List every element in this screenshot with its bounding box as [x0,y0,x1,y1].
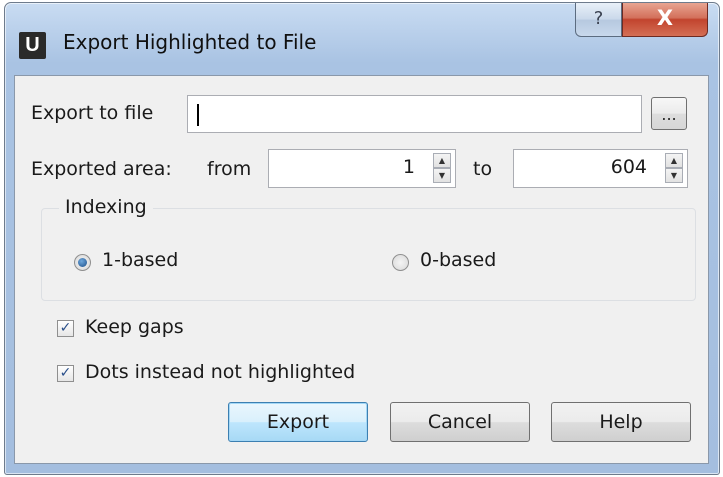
keep-gaps-label[interactable]: Keep gaps [85,316,184,338]
cancel-button[interactable]: Cancel [390,402,530,442]
title-bar[interactable]: U Export Highlighted to File ? X [5,3,719,75]
from-spinbox[interactable]: 1 ▲ ▼ [268,149,456,188]
from-spin-arrows: ▲ ▼ [433,153,451,184]
from-increment-button[interactable]: ▲ [433,153,451,168]
dots-label[interactable]: Dots instead not highlighted [85,361,355,383]
to-increment-button[interactable]: ▲ [665,153,683,168]
text-caret [197,104,199,126]
radio-1-based[interactable] [74,254,91,271]
from-decrement-button[interactable]: ▼ [433,168,451,183]
help-button[interactable]: Help [551,402,691,442]
export-to-file-label: Export to file [31,102,154,124]
title-help-button[interactable]: ? [575,3,622,37]
to-decrement-button[interactable]: ▼ [665,168,683,183]
export-dialog-window: U Export Highlighted to File ? X Export … [4,2,720,475]
from-label: from [207,158,252,180]
to-value: 604 [610,156,647,178]
to-spinbox[interactable]: 604 ▲ ▼ [513,149,688,188]
keep-gaps-checkbox[interactable]: ✓ [57,320,74,337]
browse-button[interactable]: ... [651,97,687,130]
exported-area-label: Exported area: [31,158,172,180]
radio-1-based-label[interactable]: 1-based [102,249,178,271]
radio-0-based-label[interactable]: 0-based [420,249,496,271]
radio-0-based[interactable] [392,254,409,271]
to-spin-arrows: ▲ ▼ [665,153,683,184]
to-label: to [473,158,493,180]
window-title: Export Highlighted to File [63,30,317,54]
app-icon: U [19,32,46,59]
dots-checkbox[interactable]: ✓ [57,365,74,382]
indexing-group-title: Indexing [59,196,153,218]
title-close-button[interactable]: X [622,3,708,37]
dialog-client-area: Export to file ... Exported area: from 1… [14,75,709,464]
from-value: 1 [402,156,415,178]
export-button[interactable]: Export [228,402,368,442]
export-file-input[interactable] [187,95,642,133]
